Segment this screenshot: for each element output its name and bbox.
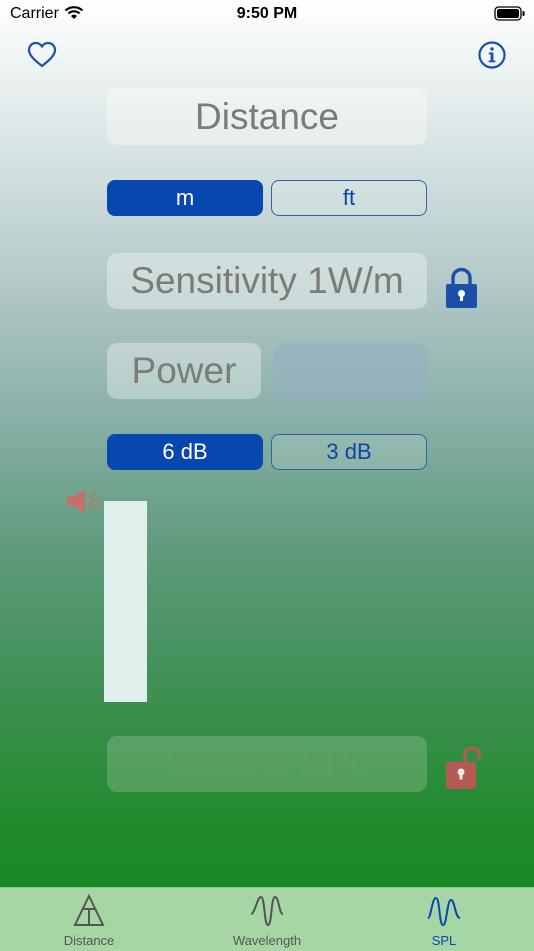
- doubling-6db-button[interactable]: 6 dB: [107, 434, 263, 470]
- distance-field[interactable]: Distance: [107, 88, 427, 145]
- second-spl-field[interactable]: Second SPL: [107, 736, 427, 792]
- tab-spl[interactable]: SPL: [384, 888, 504, 951]
- power-label: Power: [107, 343, 261, 399]
- unit-meters-button[interactable]: m: [107, 180, 263, 216]
- wavelength-wave-icon: [250, 895, 284, 927]
- spl-wave-icon: [427, 896, 461, 927]
- spl-level-meter: [104, 501, 147, 702]
- lock-closed-icon[interactable]: [445, 267, 478, 314]
- unit-feet-button[interactable]: ft: [271, 180, 427, 216]
- doubling-3db-button[interactable]: 3 dB: [271, 434, 427, 470]
- tab-wavelength[interactable]: Wavelength: [207, 888, 327, 951]
- heart-icon[interactable]: [27, 41, 57, 74]
- status-time: 9:50 PM: [236, 5, 298, 22]
- speaker-icon[interactable]: [66, 487, 100, 520]
- lock-open-icon[interactable]: [445, 741, 481, 796]
- battery-icon: [494, 6, 526, 27]
- power-input[interactable]: [274, 343, 427, 399]
- tab-wavelength-label: Wavelength: [232, 933, 302, 948]
- info-icon[interactable]: [477, 40, 507, 75]
- status-bar: Carrier 9:50 PM: [0, 0, 534, 30]
- sensitivity-field[interactable]: Sensitivity 1W/m: [107, 253, 427, 309]
- tab-bar: Distance Wavelength SPL: [0, 887, 534, 951]
- distance-triangle-icon: [73, 894, 105, 926]
- tab-spl-label: SPL: [431, 933, 457, 948]
- tab-distance[interactable]: Distance: [29, 888, 149, 951]
- tab-distance-label: Distance: [63, 933, 115, 948]
